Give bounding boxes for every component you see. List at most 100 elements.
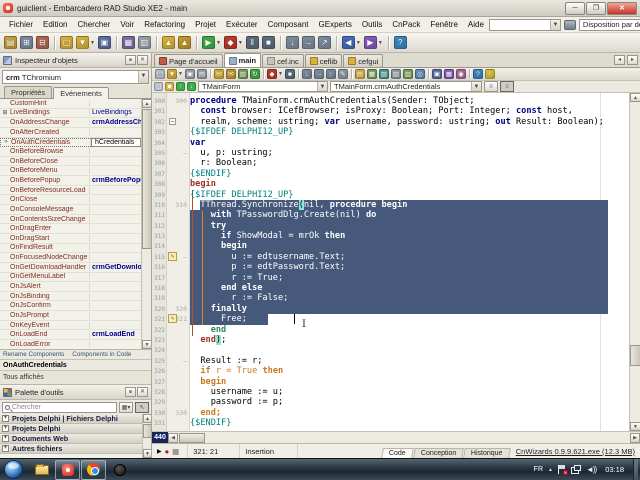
- tab-scroll-left-icon[interactable]: ◂: [614, 55, 625, 65]
- goto-implementation-icon[interactable]: ↓: [187, 82, 196, 91]
- inspector-row-onkeyevent[interactable]: OnKeyEvent: [0, 321, 151, 331]
- object-inspector-header[interactable]: Inspecteur d'objets ๑ ✕: [0, 53, 151, 68]
- toggle-implementation-button[interactable]: ≡: [500, 81, 514, 92]
- forward-button[interactable]: ▶ ▼: [363, 35, 384, 51]
- help2-button[interactable]: ?: [472, 66, 484, 82]
- inspector-row-onauthcredentials[interactable]: »OnAuthCredentialshCredentials▼: [0, 137, 151, 148]
- cn-uses-cleaner-button[interactable]: ▦: [366, 66, 378, 82]
- build-button[interactable]: ▲: [177, 35, 192, 51]
- cn-bookmark-button[interactable]: ▥: [402, 66, 414, 82]
- program-reset-button[interactable]: ■: [284, 66, 296, 82]
- inspector-row-onloadend[interactable]: OnLoadEnd crmLoadEnd: [0, 330, 151, 341]
- new-unit-button[interactable]: ▢: [154, 66, 166, 82]
- cn-proc-list-button[interactable]: ▨: [378, 66, 390, 82]
- code-line-304[interactable]: 304 var: [152, 138, 629, 148]
- desktop-search-combo[interactable]: ▼: [488, 18, 561, 31]
- palette-category-autres-fichiers[interactable]: + Autres fichiers: [0, 444, 142, 454]
- step-over2-button[interactable]: →: [313, 66, 325, 82]
- code-line-305[interactable]: 305 – u, p: ustring;: [152, 148, 629, 158]
- chevron-down-icon[interactable]: ▼: [317, 82, 327, 91]
- menu-aide[interactable]: Aide: [463, 18, 489, 31]
- chevron-down-icon[interactable]: ▼: [356, 40, 361, 46]
- modify-button[interactable]: ✎: [337, 66, 349, 82]
- add-file-button[interactable]: ⊞: [19, 35, 34, 51]
- scroll-thumb[interactable]: [142, 109, 151, 249]
- back-button[interactable]: ◀ ▼: [341, 35, 362, 51]
- member-combo[interactable]: TMainForm.crmAuthCredentials ▼: [330, 81, 482, 92]
- scroll-down-icon[interactable]: ▼: [630, 422, 640, 431]
- compile-button[interactable]: ▲: [161, 35, 176, 51]
- step-over-button[interactable]: →: [301, 35, 316, 51]
- open-button[interactable]: ▼ ▼: [166, 66, 184, 82]
- expand-icon[interactable]: +: [2, 445, 9, 452]
- chevron-down-icon[interactable]: ▼: [549, 19, 560, 30]
- tab-evenements[interactable]: Evénements: [53, 87, 109, 99]
- code-line-319[interactable]: 319 r := False;: [152, 293, 629, 304]
- close-button[interactable]: ✕: [607, 1, 637, 15]
- expand-icon[interactable]: +: [2, 425, 9, 432]
- unit-page-icon[interactable]: ▢: [154, 82, 163, 91]
- remove-file-button[interactable]: ⊟: [35, 35, 50, 51]
- code-line-329[interactable]: 329 password := p;: [152, 397, 629, 407]
- speaker-icon[interactable]: ◄)): [586, 465, 597, 474]
- menu-composant[interactable]: Composant: [263, 18, 314, 31]
- language-indicator[interactable]: FR: [534, 466, 543, 473]
- inspector-row-onaddresschange[interactable]: OnAddressChange crmAddressCha: [0, 118, 151, 128]
- save-desktop-icon[interactable]: [563, 19, 576, 30]
- title-bar[interactable]: guiclient - Embarcadero RAD Studio XE2 -…: [0, 0, 640, 17]
- inspector-row-onjsbinding[interactable]: OnJsBinding: [0, 292, 151, 302]
- cn-palette-button[interactable]: ▣: [431, 66, 443, 82]
- scroll-thumb[interactable]: [179, 432, 205, 443]
- menu-fichier[interactable]: Fichier: [4, 18, 38, 31]
- inspector-row-onbeforepopup[interactable]: OnBeforePopup crmBeforePopu: [0, 176, 151, 186]
- pin-icon[interactable]: ๑: [125, 55, 136, 65]
- object-selector-combo[interactable]: crm TChromium ▼: [2, 70, 149, 84]
- palette-category-documents-web[interactable]: + Documents Web: [0, 434, 142, 444]
- inspector-row-onbeforemenu[interactable]: OnBeforeMenu: [0, 166, 151, 177]
- pin-icon[interactable]: ๑: [125, 387, 136, 397]
- code-line-323[interactable]: 323 end);: [152, 334, 629, 345]
- save-all-button[interactable]: ▦: [121, 35, 136, 51]
- save-button[interactable]: ▣: [97, 35, 112, 51]
- chevron-down-icon[interactable]: ▼: [238, 40, 243, 46]
- action-center-flag-icon[interactable]: ✕: [557, 465, 568, 475]
- palette-cursor-button[interactable]: ↖: [135, 401, 149, 413]
- compile-unit-button[interactable]: ✉: [213, 66, 225, 82]
- inspector-row-onjsconfirm[interactable]: OnJsConfirm: [0, 301, 151, 312]
- network-icon[interactable]: [570, 465, 581, 474]
- link-components-in-code[interactable]: Components in Code: [72, 351, 131, 358]
- run-button[interactable]: ▶ ▼: [201, 35, 222, 51]
- desktop-layout-combo[interactable]: Disposition par défaut▼: [578, 18, 640, 31]
- code-line-322[interactable]: 322 end: [152, 325, 629, 335]
- inspector-row-onbeforeresourceload[interactable]: OnBeforeResourceLoad: [0, 186, 151, 196]
- code-line-326[interactable]: 326 if r = True then: [152, 366, 629, 376]
- sync-edit-button[interactable]: ▧: [237, 66, 249, 82]
- show-desktop-button[interactable]: [633, 458, 638, 480]
- menu-fenetre[interactable]: Fenêtre: [425, 18, 463, 31]
- code-line-324[interactable]: 324: [152, 345, 629, 355]
- chevron-down-icon[interactable]: ▼: [278, 71, 283, 77]
- scroll-right-icon[interactable]: ▶: [630, 432, 640, 443]
- scroll-down-icon[interactable]: ▼: [142, 340, 151, 349]
- inspector-row-ongetdownloadhandler[interactable]: OnGetDownloadHandler crmGetDownloa: [0, 263, 151, 273]
- chevron-down-icon[interactable]: ▼: [378, 40, 383, 46]
- inspector-row-onbeforebrowse[interactable]: OnBeforeBrowse: [0, 147, 151, 157]
- scroll-left-icon[interactable]: ◀: [168, 432, 178, 443]
- filter-status-label[interactable]: Tous affichés: [0, 371, 151, 385]
- expand-icon[interactable]: ⊞: [0, 109, 10, 116]
- trace-into2-button[interactable]: ↓: [301, 66, 313, 82]
- link-rename-components[interactable]: Rename Components: [3, 351, 64, 358]
- cn-find-button[interactable]: ◎: [414, 66, 426, 82]
- inspector-row-customhint[interactable]: CustomHint: [0, 99, 151, 109]
- cnwizards-status[interactable]: CnWizards 0.9.9.621.exe (12.3 MB): [511, 444, 640, 458]
- code-line-308[interactable]: 308 begin: [152, 179, 629, 189]
- tab-scroll-right-icon[interactable]: ▸: [627, 55, 638, 65]
- taskbar-chrome-button[interactable]: [81, 459, 106, 480]
- code-line-315[interactable]: 315– ✎ u := edtusername.Text;: [152, 251, 629, 263]
- palette-view-button[interactable]: ▦▾: [119, 401, 133, 413]
- view-tab-code[interactable]: Code: [381, 448, 414, 458]
- editor-scrollbar[interactable]: ▲ ▼: [629, 93, 640, 431]
- pause-button[interactable]: ‖: [245, 35, 260, 51]
- expand-icon[interactable]: +: [2, 435, 9, 442]
- scroll-up-icon[interactable]: ▲: [143, 414, 151, 423]
